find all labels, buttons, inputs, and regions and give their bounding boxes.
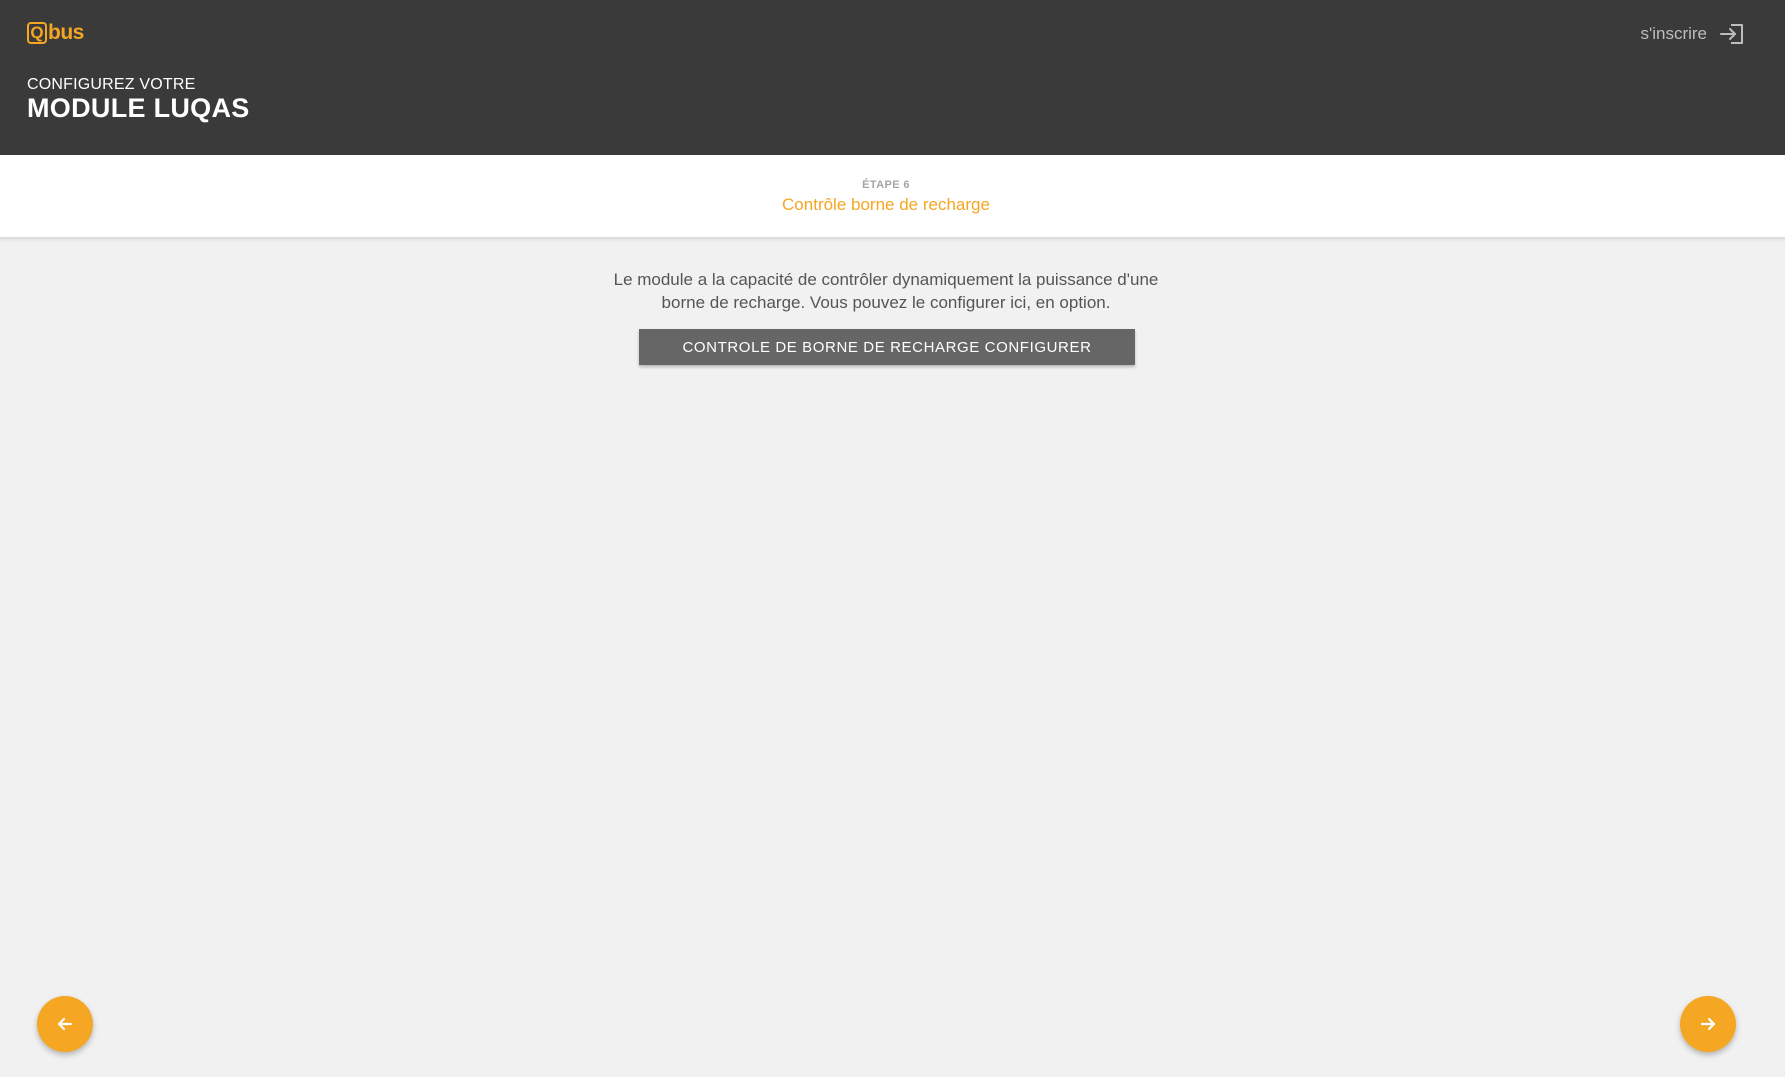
step-description: Le module a la capacité de contrôler dyn… (613, 270, 1159, 312)
page-title: MODULE LUQAS (27, 93, 250, 123)
signin-label: s'inscrire (1640, 24, 1707, 43)
step-title: Contrôle borne de recharge (782, 195, 990, 214)
top-header: Q bus s'inscrire CONFIGUREZ VOTRE MODULE… (0, 0, 1785, 155)
logo-text: bus (48, 21, 84, 44)
arrow-right-icon (1698, 1014, 1718, 1034)
sign-in-icon (1719, 22, 1745, 46)
page-subtitle: CONFIGUREZ VOTRE (27, 76, 196, 93)
step-number: ÉTAPE 6 (862, 179, 910, 191)
qbus-logo[interactable]: Q bus (27, 20, 84, 46)
signin-link[interactable]: s'inscrire (1640, 22, 1745, 46)
configure-charging-station-button[interactable]: CONTROLE DE BORNE DE RECHARGE CONFIGURER (639, 329, 1135, 365)
previous-step-button[interactable] (37, 996, 93, 1052)
step-indicator: ÉTAPE 6 Contrôle borne de recharge (0, 155, 1785, 239)
next-step-button[interactable] (1680, 996, 1736, 1052)
logo-q-mark: Q (27, 22, 47, 44)
arrow-left-icon (55, 1014, 75, 1034)
